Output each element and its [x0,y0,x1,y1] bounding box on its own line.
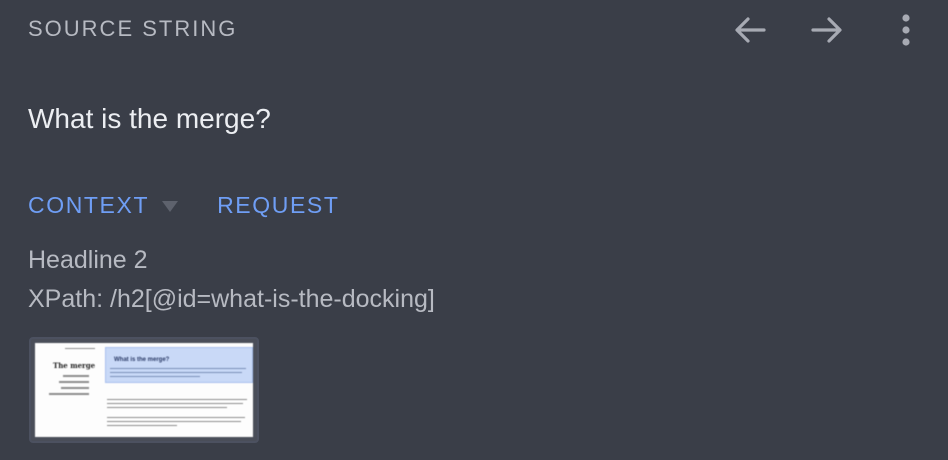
arrow-right-icon [811,17,842,43]
thumbnail-text-line [110,368,246,369]
thumbnail-text-line [110,372,242,373]
thumbnail-toc-line [59,381,89,383]
more-vertical-icon [902,14,910,46]
tab-request[interactable]: REQUEST [217,192,339,219]
thumbnail-highlight-heading: What is the merge? [114,357,170,363]
thumbnail-page-title: The merge [53,361,96,370]
thumbnail-text-line [107,425,177,426]
thumbnail-text-line [107,421,241,422]
next-string-button[interactable] [807,10,847,50]
thumbnail-toc-line [63,375,89,377]
tab-context[interactable]: CONTEXT [28,192,217,219]
tab-request-label: REQUEST [217,192,340,218]
tab-context-label: CONTEXT [28,192,150,218]
arrow-left-icon [735,17,766,43]
context-screenshot-thumbnail[interactable]: The merge What is the merge? [29,337,259,443]
thumbnail-text-line [107,407,227,408]
thumbnail-text-line [107,403,243,404]
element-type: Headline 2 [28,246,148,274]
source-string-text: What is the merge? [28,103,271,134]
more-options-button[interactable] [886,10,926,50]
thumbnail-text-line [107,417,245,418]
section-title: SOURCE STRING [28,16,238,41]
previous-string-button[interactable] [730,10,770,50]
caret-down-icon [161,192,179,219]
thumbnail-text-line [107,399,247,400]
thumbnail-toc-line [49,393,89,395]
xpath-value: XPath: /h2[@id=what-is-the-docking] [28,285,435,313]
thumbnail-text-line [110,376,200,377]
context-tabs: CONTEXT REQUEST [28,192,339,219]
thumbnail-nav-line [65,348,95,349]
thumbnail-highlighted-element: What is the merge? [105,347,253,383]
thumbnail-toc-line [61,387,89,389]
thumbnail-page: The merge What is the merge? [35,343,253,437]
